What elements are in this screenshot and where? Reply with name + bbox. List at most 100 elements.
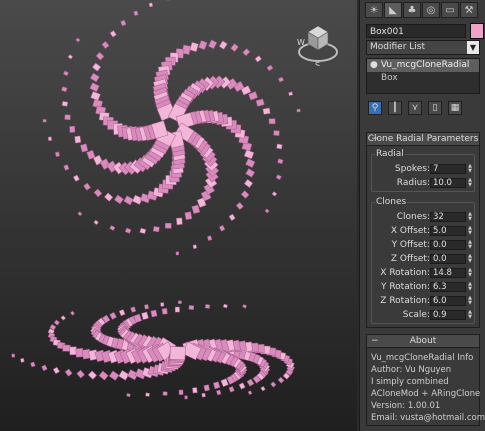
rollout-title: About (409, 336, 437, 346)
scale-field[interactable]: 0.9 (430, 309, 466, 320)
y-offset-param: Y Offset: 0.0 ▲ ▼ (372, 239, 474, 250)
clone-box (277, 158, 284, 165)
clones-field[interactable]: 32 (430, 211, 466, 222)
spinner-icon[interactable]: ▲ ▼ (467, 281, 473, 292)
y-offset-field[interactable]: 0.0 (430, 239, 466, 250)
clone-box (61, 86, 68, 93)
clone-box (62, 70, 69, 77)
clone-box (150, 309, 158, 318)
viewcube-cube[interactable] (307, 25, 329, 51)
show-end-result-icon[interactable]: ┃ (388, 101, 402, 115)
object-name-field[interactable]: Box001 (366, 24, 466, 38)
about-text: Vu_mcgCloneRadial Info Author: Vu Nguyen I… (367, 348, 485, 424)
param-label: Z Offset: (390, 253, 430, 264)
modifier-stack: ● Vu_mcgCloneRadial Box (366, 58, 480, 94)
clone-box (161, 308, 168, 315)
spinner-icon[interactable]: ▲ ▼ (467, 177, 473, 188)
y-rotation-field[interactable]: 6.3 (430, 281, 466, 292)
clone-box (192, 387, 198, 394)
z-rotation-field[interactable]: 6.0 (430, 295, 466, 306)
x-rotation-field[interactable]: 14.8 (430, 267, 466, 278)
clone-box (178, 300, 182, 304)
clone-box (93, 188, 103, 198)
configure-modifier-sets-icon[interactable]: ▦ (448, 101, 462, 115)
chevron-down-icon[interactable]: ▼ (467, 41, 479, 54)
about-line: Email: vusta@hotmail.com (371, 413, 485, 423)
command-panel-tabs: ☀ ◣ ♣ ◎ ▭ ⚒ (365, 2, 478, 19)
clone-box (276, 143, 283, 150)
viewcube[interactable]: W S (296, 22, 340, 66)
spinner-icon[interactable]: ▲ ▼ (467, 267, 473, 278)
clone-box (95, 51, 105, 61)
create-icon[interactable]: ☀ (365, 2, 383, 18)
clone-box (60, 315, 66, 321)
clone-box (20, 357, 25, 363)
spinner-icon[interactable]: ▲ ▼ (467, 163, 473, 174)
stack-item-label: Box (381, 73, 398, 83)
collapse-icon[interactable]: − (371, 335, 379, 347)
group-label: Radial (375, 149, 405, 159)
object-color-swatch[interactable] (470, 23, 484, 39)
clone-box (207, 235, 213, 241)
clone-box (178, 389, 184, 395)
tentacle-top-6 (89, 0, 170, 142)
modifier-list-dropdown[interactable]: Modifier List ▼ (366, 40, 480, 55)
clone-box (101, 41, 110, 49)
remove-modifier-icon[interactable]: ▯ (428, 101, 442, 115)
spinner-icon[interactable]: ▲ ▼ (467, 211, 473, 222)
clone-box (230, 43, 239, 52)
clone-box (62, 344, 71, 352)
stack-item-clone-radial[interactable]: ● Vu_mcgCloneRadial (367, 59, 479, 72)
clone-box (278, 76, 284, 83)
clone-box (64, 114, 71, 121)
z-offset-field[interactable]: 0.0 (430, 253, 466, 264)
rollout-header[interactable]: − Clone Radial Parameters (367, 133, 479, 146)
clone-box (271, 191, 278, 197)
clone-box (64, 368, 73, 377)
perspective-viewport[interactable]: W S (0, 0, 357, 431)
spinner-icon[interactable]: ▲ ▼ (467, 309, 473, 320)
display-icon[interactable]: ▭ (441, 2, 459, 18)
about-rollout: − About Vu_mcgCloneRadial Info Author: Vu… (366, 334, 485, 426)
clone-box (204, 304, 211, 309)
clone-box (152, 226, 160, 233)
bulb-icon[interactable]: ● (370, 59, 378, 72)
collapse-icon[interactable]: − (371, 133, 379, 145)
clone-box (260, 385, 266, 392)
hierarchy-icon[interactable]: ♣ (403, 2, 421, 18)
stack-item-box[interactable]: Box (367, 72, 479, 85)
clone-box (70, 310, 75, 316)
clone-box (145, 392, 150, 397)
clone-box (242, 48, 251, 57)
clone-box (189, 41, 199, 53)
compass-w-label: W (297, 38, 305, 47)
pin-stack-icon[interactable]: ⚲ (368, 101, 382, 115)
clone-box (203, 384, 210, 392)
radius-field[interactable]: 10.0 (430, 177, 466, 188)
utilities-icon[interactable]: ⚒ (460, 2, 478, 18)
clone-box (254, 55, 262, 63)
spinner-icon[interactable]: ▲ ▼ (467, 239, 473, 250)
clone-box (123, 195, 134, 206)
rollout-header[interactable]: − About (367, 335, 479, 348)
clone-box (228, 386, 235, 393)
about-line: I simply combined (371, 377, 449, 387)
clone-box (109, 30, 117, 38)
make-unique-icon[interactable]: ⋎ (408, 101, 422, 115)
clone-box (114, 194, 124, 205)
clone-box (188, 305, 195, 310)
y-rotation-param: Y Rotation: 6.3 ▲ ▼ (372, 281, 474, 292)
clone-box (89, 82, 100, 92)
spinner-icon[interactable]: ▲ ▼ (467, 253, 473, 264)
clone-box (208, 39, 218, 50)
modifier-list-label: Modifier List (370, 42, 425, 52)
modify-icon[interactable]: ◣ (384, 2, 402, 18)
spokes-field[interactable]: 7 (430, 163, 466, 174)
clone-box (248, 91, 258, 101)
param-label: X Rotation: (380, 267, 430, 278)
spinner-icon[interactable]: ▲ ▼ (467, 295, 473, 306)
clone-box (216, 389, 222, 396)
x-offset-field[interactable]: 5.0 (430, 225, 466, 236)
motion-icon[interactable]: ◎ (422, 2, 440, 18)
spinner-icon[interactable]: ▲ ▼ (467, 225, 473, 236)
